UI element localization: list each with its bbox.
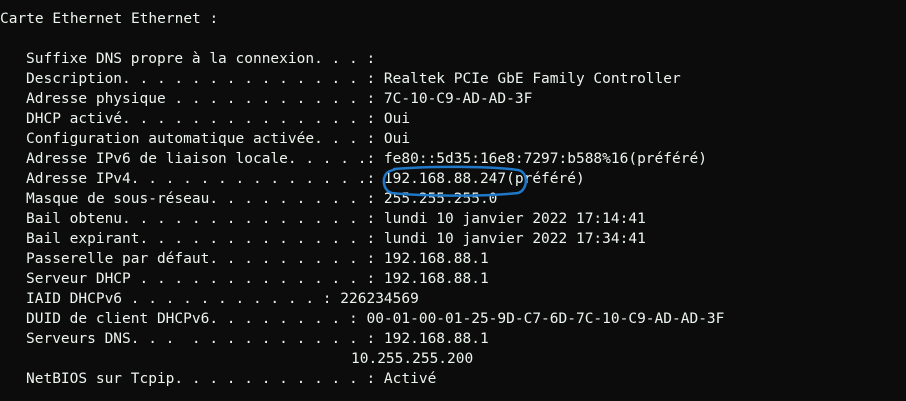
row-dns-servers: Serveurs DNS. . . . . . . . . . . . . : … [26,331,489,347]
row-ipv6: Adresse IPv6 de liaison locale. . . . .:… [26,151,707,167]
row-netbios: NetBIOS sur Tcpip. . . . . . . . . . . :… [26,371,437,387]
row-dhcp-server: Serveur DHCP . . . . . . . . . . . . . :… [26,271,489,287]
row-ipv4: Adresse IPv4. . . . . . . . . . . . . .:… [26,171,585,187]
row-iaid-dhcpv6: IAID DHCPv6 . . . . . . . . . . . : 2262… [26,291,419,307]
row-lease-obtained: Bail obtenu. . . . . . . . . . . . . . :… [26,211,646,227]
row-dhcp-enabled: DHCP activé. . . . . . . . . . . . . . :… [26,111,411,127]
row-default-gateway: Passerelle par défaut. . . . . . . . . :… [26,251,489,267]
row-autoconfig: Configuration automatique activée. . . :… [26,131,411,147]
row-dns-servers-secondary: 10.255.255.200 [351,351,474,367]
row-physical-address: Adresse physique . . . . . . . . . . . :… [26,91,533,107]
adapter-header: Carte Ethernet Ethernet : [0,11,219,27]
row-dns-suffix: Suffixe DNS propre à la connexion. . . : [26,51,376,67]
row-duid-dhcpv6: DUID de client DHCPv6. . . . . . . . : 0… [26,311,725,327]
row-subnet-mask: Masque de sous-réseau. . . . . . . . . :… [26,191,498,207]
row-description: Description. . . . . . . . . . . . . . :… [26,71,681,87]
terminal-output[interactable]: Carte Ethernet Ethernet : Suffixe DNS pr… [0,0,906,401]
row-lease-expires: Bail expirant. . . . . . . . . . . . . :… [26,231,646,247]
